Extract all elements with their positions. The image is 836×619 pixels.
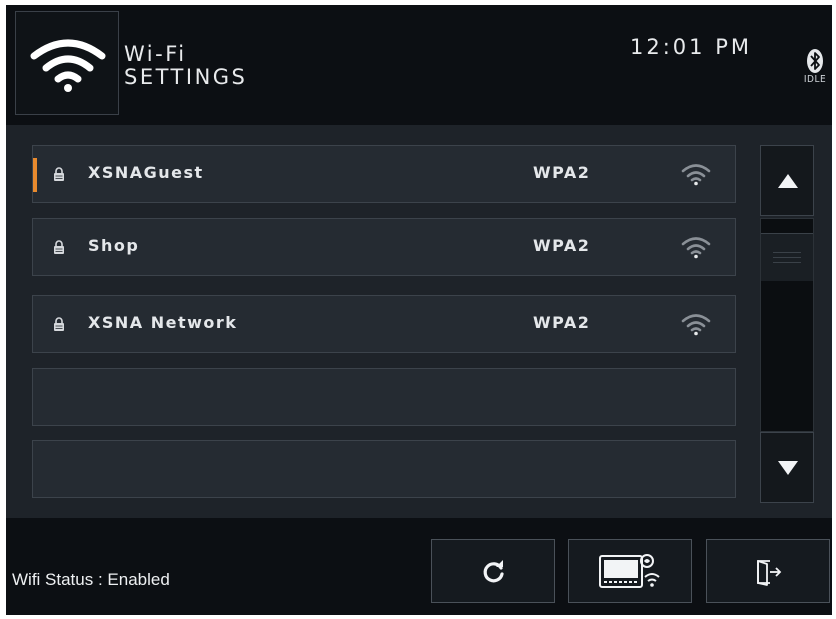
- footer-bar: Wifi Status : Enabled: [6, 518, 832, 615]
- oven-wifi-icon: [599, 554, 660, 588]
- title-line-2: SETTINGS: [124, 65, 248, 89]
- title-line-1: Wi-Fi: [124, 42, 187, 66]
- bluetooth-state-label: IDLE: [803, 74, 827, 85]
- network-security: WPA2: [533, 163, 591, 182]
- network-name: Shop: [88, 236, 140, 255]
- wifi-signal-icon: [681, 164, 711, 186]
- network-row-xsna-network[interactable]: XSNA Network WPA2: [32, 295, 736, 353]
- network-name: XSNA Network: [88, 313, 238, 332]
- network-row-xsnaguest[interactable]: XSNAGuest WPA2: [32, 145, 736, 203]
- network-row-shop[interactable]: Shop WPA2: [32, 218, 736, 276]
- arrow-down-icon: [778, 461, 798, 475]
- wifi-status-text: Wifi Status : Enabled: [12, 570, 170, 589]
- grip-line: [773, 252, 801, 253]
- page-title: Wi-Fi SETTINGS: [124, 43, 247, 89]
- wifi-icon: [30, 39, 106, 92]
- exit-icon: [757, 560, 782, 586]
- scrollbar-track[interactable]: [760, 218, 814, 432]
- wifi-signal-icon: [681, 237, 711, 259]
- refresh-icon: [483, 560, 504, 583]
- bluetooth-status: IDLE: [802, 49, 828, 99]
- scrollbar-thumb[interactable]: [761, 233, 813, 281]
- network-name: XSNAGuest: [88, 163, 204, 182]
- wifi-signal-icon: [681, 314, 711, 336]
- network-security: WPA2: [533, 313, 591, 332]
- grip-line: [773, 257, 801, 258]
- scroll-down-button[interactable]: [760, 432, 814, 503]
- network-row-empty: [32, 440, 736, 498]
- exit-button[interactable]: [706, 539, 830, 603]
- oven-wifi-button[interactable]: [568, 539, 692, 603]
- device-screen: Wi-Fi SETTINGS 12:01 PM IDLE XSNAGuest W…: [6, 5, 832, 615]
- selected-indicator: [33, 158, 37, 192]
- arrow-up-icon: [778, 174, 798, 188]
- refresh-button[interactable]: [431, 539, 555, 603]
- wifi-logo-tile: [15, 11, 119, 115]
- lock-icon: [54, 167, 64, 181]
- network-row-empty: [32, 368, 736, 426]
- bluetooth-icon: [807, 49, 823, 73]
- grip-line: [773, 262, 801, 263]
- clock: 12:01 PM: [630, 35, 752, 59]
- lock-icon: [54, 317, 64, 331]
- header-bar: Wi-Fi SETTINGS 12:01 PM IDLE: [6, 5, 832, 125]
- lock-icon: [54, 240, 64, 254]
- scroll-up-button[interactable]: [760, 145, 814, 216]
- network-security: WPA2: [533, 236, 591, 255]
